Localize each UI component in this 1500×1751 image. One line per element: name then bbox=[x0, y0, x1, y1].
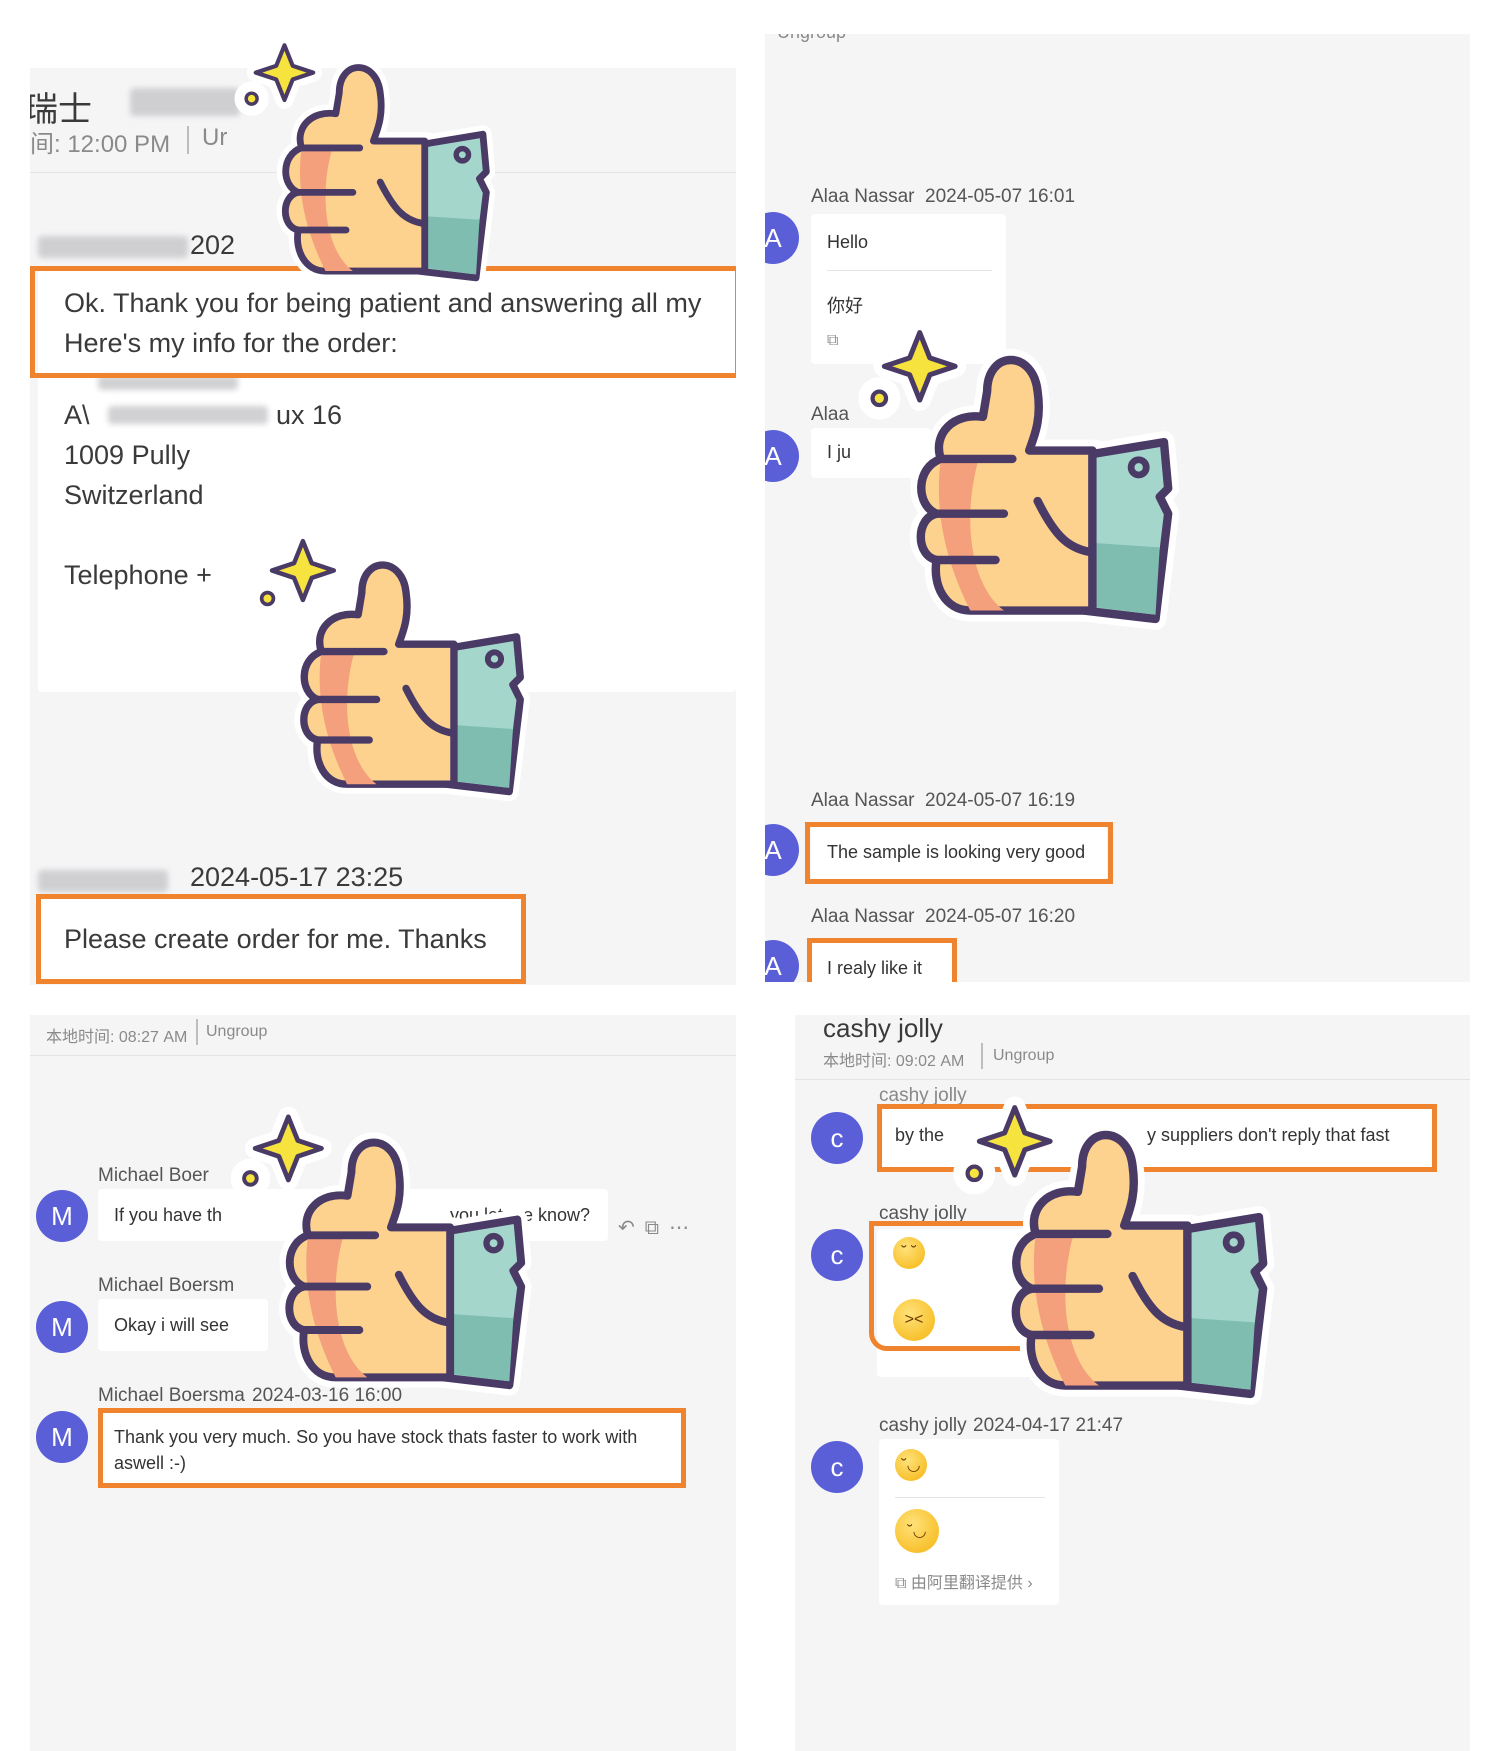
message-translation: 你好 bbox=[827, 296, 863, 316]
message-sender: Alaa Nassar bbox=[811, 906, 915, 927]
translation-divider bbox=[827, 270, 992, 271]
message-text: If you have th bbox=[114, 1205, 223, 1225]
thumbs-up-sticker-icon bbox=[835, 320, 1215, 640]
message-time: 2024-05-17 23:25 bbox=[190, 862, 404, 892]
local-time: 间: 12:00 PM bbox=[30, 131, 171, 158]
thumbs-up-sticker-icon bbox=[930, 1095, 1310, 1415]
message-time: 2024-05-07 16:20 bbox=[925, 906, 1076, 927]
address-line: A\ bbox=[64, 400, 90, 430]
tongue-emoji-icon: ˘◡ bbox=[895, 1449, 927, 1481]
header-separator bbox=[981, 1043, 983, 1069]
message-time: 2024-05-07 16:01 bbox=[925, 186, 1076, 207]
thumbs-up-sticker-icon bbox=[222, 1105, 552, 1405]
message-time: 2024-05-07 16:19 bbox=[925, 790, 1076, 811]
blurred-contact-name bbox=[130, 88, 240, 116]
contact-name: cashy jolly bbox=[823, 1015, 943, 1043]
group-label[interactable]: Ungroup bbox=[993, 1047, 1054, 1065]
avatar[interactable]: M bbox=[36, 1301, 88, 1353]
translation-divider bbox=[895, 1497, 1045, 1498]
address-line: ux 16 bbox=[276, 400, 343, 430]
message-actions[interactable]: ↶⧉⋯ bbox=[618, 1215, 699, 1240]
tongue-emoji-icon: ˘◡ bbox=[895, 1509, 939, 1553]
avatar[interactable]: A bbox=[765, 940, 799, 982]
header-fragment: Ungroup bbox=[777, 34, 846, 43]
group-label[interactable]: Ur bbox=[202, 124, 227, 152]
highlight-box bbox=[98, 1408, 686, 1488]
avatar[interactable]: A bbox=[765, 430, 799, 482]
header-divider bbox=[30, 1055, 736, 1056]
avatar[interactable]: M bbox=[36, 1411, 88, 1463]
avatar[interactable]: c bbox=[811, 1229, 863, 1281]
highlight-box bbox=[36, 894, 526, 984]
translation-note[interactable]: ⧉ 由阿里翻译提供 › bbox=[895, 1569, 1033, 1593]
local-time: 本地时间: 09:02 AM bbox=[823, 1053, 965, 1070]
address-line: Switzerland bbox=[64, 480, 204, 510]
header-separator bbox=[196, 1019, 198, 1045]
local-time: 本地时间: 08:27 AM bbox=[46, 1029, 188, 1046]
message-time: 2024-04-17 21:47 bbox=[973, 1415, 1124, 1436]
blurred-address-line bbox=[98, 376, 238, 390]
blurred-address-street bbox=[108, 406, 268, 424]
avatar[interactable]: A bbox=[765, 824, 799, 876]
avatar[interactable]: A bbox=[765, 212, 799, 264]
message-sender: cashy jolly bbox=[879, 1415, 967, 1436]
header-separator bbox=[187, 126, 189, 154]
blurred-sender-name bbox=[38, 236, 188, 258]
message-bubble: ˘◡ ˘◡ ⧉ 由阿里翻译提供 › bbox=[879, 1439, 1059, 1605]
thumbs-up-sticker-icon bbox=[240, 530, 550, 810]
message-sender: Michael Boer bbox=[98, 1165, 209, 1186]
avatar[interactable]: c bbox=[811, 1441, 863, 1493]
address-line: 1009 Pully bbox=[64, 440, 191, 470]
thumbs-up-sticker-icon bbox=[225, 35, 515, 295]
message-sender: Alaa Nassar bbox=[811, 186, 915, 207]
header-divider bbox=[795, 1079, 1470, 1080]
message-sender: Michael Boersm bbox=[98, 1275, 235, 1296]
avatar[interactable]: M bbox=[36, 1190, 88, 1242]
highlight-box bbox=[807, 938, 957, 982]
message-text: Okay i will see bbox=[114, 1315, 230, 1335]
group-label[interactable]: Ungroup bbox=[206, 1023, 267, 1041]
message-sender: Alaa Nassar bbox=[811, 790, 915, 811]
translation-provider: 由阿里翻译提供 bbox=[910, 1575, 1023, 1592]
highlight-box bbox=[805, 822, 1113, 884]
blurred-sender-name bbox=[38, 870, 168, 892]
message-text: Hello bbox=[827, 232, 869, 252]
avatar[interactable]: c bbox=[811, 1112, 863, 1164]
telephone-line: Telephone + bbox=[64, 560, 212, 590]
